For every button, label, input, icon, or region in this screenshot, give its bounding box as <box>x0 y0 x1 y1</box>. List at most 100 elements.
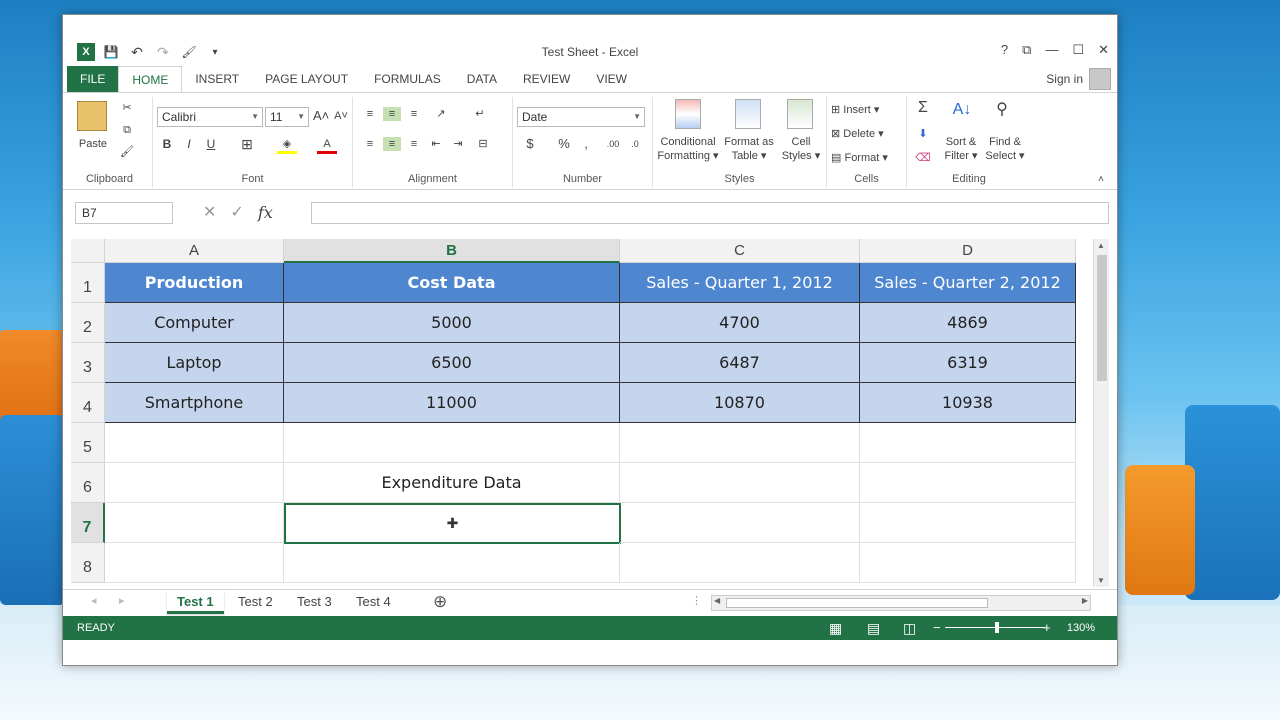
sheet-tab-test-3[interactable]: Test 3 <box>287 590 342 614</box>
increase-decimal-button[interactable]: .00 <box>603 137 623 151</box>
table-cell[interactable]: 6487 <box>620 343 860 383</box>
column-header-c[interactable]: C <box>620 239 860 263</box>
table-cell[interactable]: 10938 <box>860 383 1076 423</box>
table-cell[interactable]: 11000 <box>284 383 620 423</box>
insert-function-icon[interactable]: fx <box>258 203 273 222</box>
middle-align-icon[interactable]: ≡ <box>383 107 401 121</box>
conditional-formatting-button[interactable]: Conditional Formatting ▾ <box>655 135 721 163</box>
zoom-level[interactable]: 130% <box>1067 616 1095 640</box>
sort-filter-button[interactable]: Sort & Filter ▾ <box>941 135 981 163</box>
page-break-view-icon[interactable]: ◫ <box>903 616 916 640</box>
copy-icon[interactable]: ⧉ <box>117 123 137 137</box>
empty-cell[interactable] <box>105 543 284 583</box>
empty-cell[interactable] <box>860 543 1076 583</box>
cell-styles-button[interactable]: Cell Styles ▾ <box>779 135 823 163</box>
empty-cell[interactable] <box>284 543 620 583</box>
maximize-icon[interactable]: ☐ <box>1072 42 1084 58</box>
empty-cell[interactable] <box>860 503 1076 543</box>
enter-icon[interactable]: ✓ <box>230 202 243 222</box>
empty-cell[interactable] <box>105 423 284 463</box>
italic-button[interactable]: I <box>181 137 197 151</box>
row-header-7[interactable]: 7 <box>71 503 105 543</box>
column-header-d[interactable]: D <box>860 239 1076 263</box>
help-icon[interactable]: ? <box>1001 42 1008 58</box>
table-cell[interactable]: 4700 <box>620 303 860 343</box>
avatar[interactable] <box>1089 68 1111 90</box>
bold-button[interactable]: B <box>159 137 175 151</box>
scroll-right-icon[interactable]: ▶ <box>1082 596 1088 605</box>
horizontal-scrollbar[interactable]: ◀ ▶ <box>711 595 1091 611</box>
align-left-icon[interactable]: ≡ <box>361 137 379 151</box>
format-cells-button[interactable]: ▤ Format ▾ <box>831 151 903 165</box>
splitter-icon[interactable]: ⋮ <box>691 594 702 607</box>
increase-font-icon[interactable]: A˄ <box>313 109 329 123</box>
sort-filter-icon[interactable]: A↓ <box>947 102 977 118</box>
comma-button[interactable]: , <box>577 137 595 151</box>
table-cell[interactable]: Laptop <box>105 343 284 383</box>
empty-cell[interactable] <box>620 543 860 583</box>
table-header-cell[interactable]: Sales - Quarter 2, 2012 <box>860 263 1076 303</box>
increase-indent-icon[interactable]: ⇥ <box>449 137 467 151</box>
font-name-combo[interactable]: Calibri ▼ <box>157 107 263 127</box>
sheet-tab-test-2[interactable]: Test 2 <box>228 590 283 614</box>
empty-cell[interactable] <box>620 423 860 463</box>
fill-color-icon[interactable]: ◈ <box>277 137 297 154</box>
normal-view-icon[interactable]: ▦ <box>829 616 842 640</box>
number-format-combo[interactable]: Date ▼ <box>517 107 645 127</box>
zoom-slider-thumb[interactable] <box>995 622 999 633</box>
row-header-2[interactable]: 2 <box>71 303 105 343</box>
borders-icon[interactable]: ⊞ <box>237 137 257 151</box>
name-box[interactable]: B7 <box>75 202 173 224</box>
merge-center-icon[interactable]: ⊟ <box>471 137 495 151</box>
close-icon[interactable]: ✕ <box>1098 42 1109 58</box>
horizontal-scroll-thumb[interactable] <box>726 598 988 608</box>
delete-cells-button[interactable]: ⊠ Delete ▾ <box>831 127 903 141</box>
row-header-4[interactable]: 4 <box>71 383 105 423</box>
clear-icon[interactable]: ⌫ <box>913 151 933 165</box>
next-sheet-icon[interactable]: ▸ <box>119 594 125 607</box>
binoculars-icon[interactable]: ⚲ <box>989 102 1015 118</box>
tab-insert[interactable]: INSERT <box>182 66 252 92</box>
empty-cell[interactable] <box>105 503 284 543</box>
align-center-icon[interactable]: ≡ <box>383 137 401 151</box>
empty-cell[interactable] <box>860 423 1076 463</box>
tab-home[interactable]: HOME <box>118 66 183 92</box>
zoom-out-icon[interactable]: − <box>933 616 941 640</box>
decrease-indent-icon[interactable]: ⇤ <box>427 137 445 151</box>
paste-button[interactable]: Paste <box>73 137 113 151</box>
table-cell[interactable]: Smartphone <box>105 383 284 423</box>
zoom-in-icon[interactable]: + <box>1043 616 1051 640</box>
prev-sheet-icon[interactable]: ◂ <box>91 594 97 607</box>
tab-formulas[interactable]: FORMULAS <box>361 66 454 92</box>
top-align-icon[interactable]: ≡ <box>361 107 379 121</box>
select-all-corner[interactable] <box>71 239 105 263</box>
vertical-scroll-thumb[interactable] <box>1097 255 1107 381</box>
paste-icon[interactable] <box>77 101 107 131</box>
formula-input[interactable] <box>311 202 1109 224</box>
tab-review[interactable]: REVIEW <box>510 66 583 92</box>
column-header-a[interactable]: A <box>105 239 284 263</box>
decrease-font-icon[interactable]: A˅ <box>333 109 349 123</box>
font-color-icon[interactable]: A <box>317 137 337 154</box>
row-header-8[interactable]: 8 <box>71 543 105 583</box>
scroll-down-icon[interactable]: ▼ <box>1097 576 1105 585</box>
empty-cell[interactable] <box>860 463 1076 503</box>
currency-button[interactable]: $ <box>521 137 539 151</box>
percent-button[interactable]: % <box>555 137 573 151</box>
minimize-icon[interactable]: — <box>1045 42 1058 58</box>
page-layout-view-icon[interactable]: ▤ <box>867 616 880 640</box>
align-right-icon[interactable]: ≡ <box>405 137 423 151</box>
format-as-table-button[interactable]: Format as Table ▾ <box>721 135 777 163</box>
font-size-combo[interactable]: 11 ▼ <box>265 107 309 127</box>
scroll-up-icon[interactable]: ▲ <box>1097 241 1105 250</box>
insert-cells-button[interactable]: ⊞ Insert ▾ <box>831 103 903 117</box>
row-header-3[interactable]: 3 <box>71 343 105 383</box>
table-cell[interactable]: 6319 <box>860 343 1076 383</box>
sheet-tab-test-4[interactable]: Test 4 <box>346 590 401 614</box>
tab-view[interactable]: VIEW <box>583 66 640 92</box>
table-cell[interactable]: Computer <box>105 303 284 343</box>
table-cell[interactable]: 6500 <box>284 343 620 383</box>
empty-cell[interactable] <box>620 463 860 503</box>
row-header-1[interactable]: 1 <box>71 263 105 303</box>
empty-cell[interactable] <box>620 503 860 543</box>
